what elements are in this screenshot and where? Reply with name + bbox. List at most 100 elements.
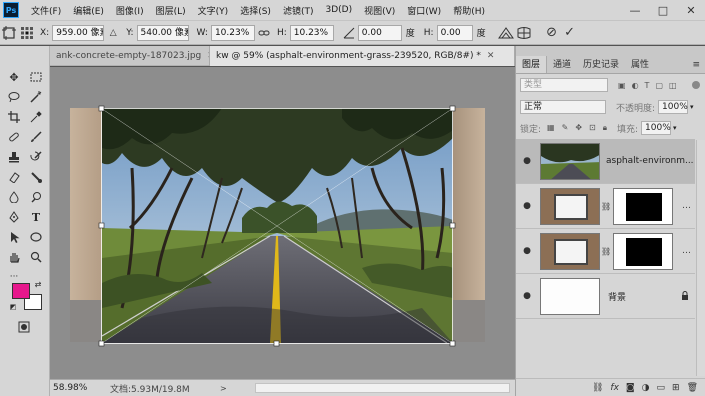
shape-filter-icon[interactable]: ▢	[655, 81, 663, 90]
mask-link-icon[interactable]: ⛓	[601, 247, 611, 256]
tab-concrete-document[interactable]: ank-concrete-empty-187023.jpg ✕	[50, 46, 210, 66]
eraser-tool-icon[interactable]	[4, 168, 24, 186]
chain-link-icon[interactable]	[255, 24, 273, 42]
lock-artboard-icon[interactable]: ⊡	[589, 123, 596, 133]
fill-field[interactable]: 100%	[641, 121, 672, 135]
chevron-down-icon[interactable]: ▾	[690, 103, 694, 111]
filter-toggle-icon[interactable]	[692, 81, 700, 89]
interpolation-icon[interactable]	[497, 24, 515, 42]
commit-transform-icon[interactable]: ✓	[561, 24, 579, 42]
transform-handle[interactable]	[98, 340, 105, 347]
mask-link-icon[interactable]: ⛓	[601, 202, 611, 211]
eye-icon[interactable]: ●	[516, 291, 538, 301]
tab-kw-document[interactable]: kw @ 59% (asphalt-environment-grass-2395…	[210, 46, 515, 66]
lock-icon[interactable]	[681, 290, 689, 302]
eye-icon[interactable]: ●	[516, 246, 538, 256]
x-position-field[interactable]: 959.00 像素	[52, 24, 105, 41]
hand-tool-icon[interactable]	[4, 248, 24, 266]
menu-filter[interactable]: 滤镜(T)	[277, 4, 320, 17]
blend-mode-select[interactable]: 正常	[520, 100, 606, 114]
eye-icon[interactable]: ●	[516, 201, 538, 211]
eyedropper-tool-icon[interactable]	[26, 108, 46, 126]
menu-edit[interactable]: 编辑(E)	[67, 4, 110, 17]
lasso-tool-icon[interactable]	[4, 88, 24, 106]
reference-point-icon[interactable]	[18, 24, 36, 42]
healing-brush-tool-icon[interactable]	[4, 128, 24, 146]
link-layers-icon[interactable]: ⛓	[592, 383, 603, 393]
tab-properties[interactable]: 属性	[625, 56, 655, 73]
zoom-tool-icon[interactable]	[26, 248, 46, 266]
transform-handle[interactable]	[98, 105, 105, 112]
transform-handle[interactable]	[449, 222, 456, 229]
transform-handle[interactable]	[273, 340, 280, 347]
adjustment-filter-icon[interactable]: ◐	[632, 81, 639, 90]
layer-row-asphalt[interactable]: ● asphalt-environm...	[516, 139, 695, 184]
maximize-button[interactable]: □	[649, 0, 677, 20]
adjustment-layer-icon[interactable]: ◑	[642, 383, 650, 393]
menu-layer[interactable]: 图层(L)	[150, 4, 192, 17]
tab-layers[interactable]: 图层	[516, 56, 548, 73]
status-menu-arrow[interactable]: >	[220, 384, 227, 393]
menu-help[interactable]: 帮助(H)	[447, 4, 491, 17]
gradient-tool-icon[interactable]	[26, 168, 46, 186]
layer-row-background[interactable]: ● 背景	[516, 274, 695, 319]
layer-row-masked-1[interactable]: ● ⛓ …	[516, 184, 695, 229]
history-brush-tool-icon[interactable]	[26, 148, 46, 166]
new-group-icon[interactable]: ▭	[657, 383, 666, 393]
magic-wand-tool-icon[interactable]	[26, 88, 46, 106]
height-field[interactable]: 10.23%	[289, 24, 334, 41]
triangle-relative-icon[interactable]: △	[104, 24, 122, 42]
type-filter-icon[interactable]: T	[645, 81, 650, 90]
move-tool-icon[interactable]: ✥	[4, 68, 24, 86]
lock-image-icon[interactable]: ✎	[562, 123, 569, 133]
menu-file[interactable]: 文件(F)	[25, 4, 67, 17]
marquee-tool-icon[interactable]	[26, 68, 46, 86]
tab-history[interactable]: 历史记录	[577, 56, 625, 73]
lock-all-icon[interactable]: 🔒︎	[603, 123, 607, 133]
lock-transparent-icon[interactable]: ▦	[547, 123, 555, 133]
chevron-down-icon[interactable]: ▾	[673, 124, 677, 132]
layer-row-masked-2[interactable]: ● ⛓ …	[516, 229, 695, 274]
width-field[interactable]: 10.23%	[210, 24, 255, 41]
trash-icon[interactable]: 🗑︎	[687, 383, 698, 393]
pixel-filter-icon[interactable]: ▣	[618, 81, 626, 90]
path-selection-tool-icon[interactable]	[4, 228, 24, 246]
menu-view[interactable]: 视图(V)	[358, 4, 401, 17]
eye-icon[interactable]: ●	[516, 156, 538, 166]
new-layer-icon[interactable]: ⊞	[672, 383, 680, 393]
close-icon[interactable]: ✕	[487, 46, 495, 66]
swap-colors-icon[interactable]: ⇄	[33, 279, 43, 289]
horizontal-scrollbar[interactable]	[255, 383, 510, 393]
menu-3d[interactable]: 3D(D)	[319, 5, 358, 15]
tab-channels[interactable]: 通道	[547, 56, 577, 73]
opacity-field[interactable]: 100%	[658, 100, 689, 114]
menu-image[interactable]: 图像(I)	[110, 4, 150, 17]
panel-collapse-bar[interactable]	[516, 46, 705, 56]
layer-mask-thumbnail[interactable]	[613, 232, 673, 270]
shape-tool-icon[interactable]	[26, 228, 46, 246]
foreground-color-swatch[interactable]	[12, 283, 30, 299]
quick-mask-icon[interactable]	[14, 318, 34, 336]
add-mask-icon[interactable]: ◙	[626, 383, 635, 393]
y-position-field[interactable]: 540.00 像素	[136, 24, 189, 41]
fx-icon[interactable]: fx	[610, 383, 619, 393]
pen-tool-icon[interactable]	[4, 208, 24, 226]
close-window-button[interactable]: ✕	[677, 0, 705, 20]
transform-handle[interactable]	[449, 105, 456, 112]
transform-handle[interactable]	[449, 340, 456, 347]
warp-icon[interactable]	[515, 24, 533, 42]
layer-name[interactable]: asphalt-environm...	[606, 156, 694, 166]
menu-select[interactable]: 选择(S)	[234, 4, 277, 17]
cancel-transform-icon[interactable]: ⊘	[543, 24, 561, 42]
h-skew-field[interactable]: 0.00	[436, 24, 473, 41]
minimize-button[interactable]: —	[621, 0, 649, 20]
menu-window[interactable]: 窗口(W)	[401, 4, 447, 17]
layer-filter-select[interactable]: 类型	[520, 78, 608, 92]
panel-menu-icon[interactable]: ≡	[686, 56, 705, 73]
layer-name[interactable]: 背景	[608, 290, 626, 303]
clone-stamp-tool-icon[interactable]	[4, 148, 24, 166]
layer-mask-thumbnail[interactable]	[613, 187, 673, 225]
lock-position-icon[interactable]: ✥	[575, 123, 582, 133]
brush-tool-icon[interactable]	[26, 128, 46, 146]
angle-field[interactable]: 0.00	[357, 24, 402, 41]
